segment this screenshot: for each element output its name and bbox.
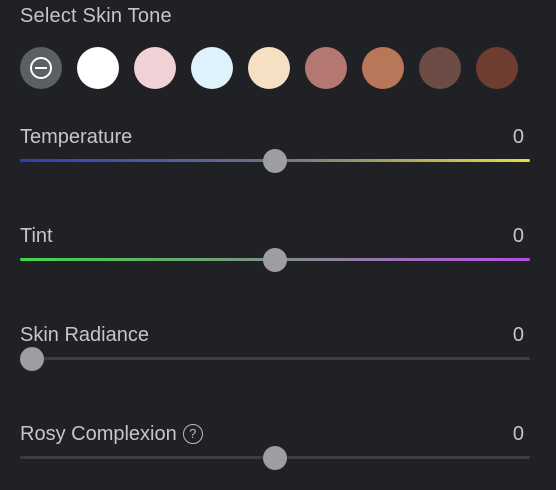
temperature-value: 0 (512, 126, 524, 148)
swatch-dark-brown[interactable] (419, 47, 461, 89)
skin-radiance-row: Skin Radiance 0 (20, 324, 530, 384)
rosy-complexion-label-group: Rosy Complexion? (20, 423, 203, 446)
temperature-label: Temperature (20, 126, 133, 148)
swatch-terracotta[interactable] (362, 47, 404, 89)
help-icon[interactable]: ? (182, 423, 203, 444)
tint-label: Tint (20, 225, 53, 247)
swatch-chestnut[interactable] (476, 47, 518, 89)
skin-tone-panel: Select Skin Tone Temperature 0 Tint 0 Sk… (0, 0, 556, 490)
temperature-row: Temperature 0 (20, 126, 530, 186)
swatch-light-blue[interactable] (191, 47, 233, 89)
skin-tone-swatches (20, 47, 540, 89)
no-color-icon (30, 57, 52, 79)
temperature-slider-thumb[interactable] (263, 149, 287, 173)
skin-radiance-label: Skin Radiance (20, 324, 149, 346)
swatch-pink[interactable] (134, 47, 176, 89)
skin-radiance-value: 0 (512, 324, 524, 346)
tint-row: Tint 0 (20, 225, 530, 285)
no-skin-tone-swatch[interactable] (20, 47, 62, 89)
rosy-complexion-row: Rosy Complexion? 0 (20, 423, 530, 483)
swatch-rose-brown[interactable] (305, 47, 347, 89)
tint-value: 0 (512, 225, 524, 247)
swatch-white[interactable] (77, 47, 119, 89)
swatch-peach[interactable] (248, 47, 290, 89)
rosy-complexion-value: 0 (512, 423, 524, 445)
rosy-complexion-slider-thumb[interactable] (263, 446, 287, 470)
tint-slider-thumb[interactable] (263, 248, 287, 272)
skin-radiance-slider-thumb[interactable] (20, 347, 44, 371)
rosy-complexion-label: Rosy Complexion (20, 423, 177, 445)
section-title: Select Skin Tone (20, 5, 172, 27)
skin-radiance-slider-track[interactable] (20, 357, 530, 360)
